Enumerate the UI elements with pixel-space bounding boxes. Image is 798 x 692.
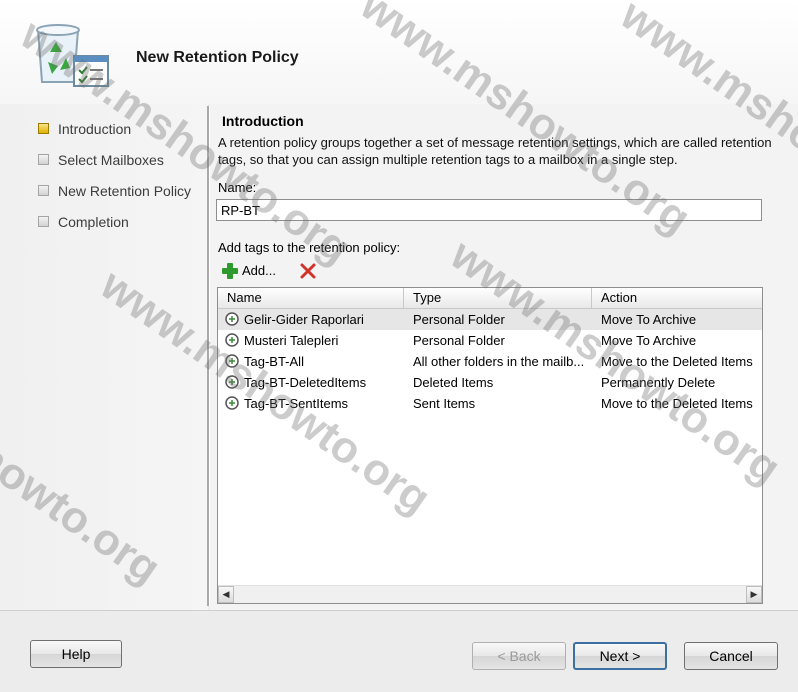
table-row[interactable]: Tag-BT-DeletedItems Deleted Items Perman… [218, 372, 762, 393]
footer-separator [0, 610, 798, 611]
intro-description: A retention policy groups together a set… [218, 135, 772, 167]
retention-tag-icon [225, 312, 239, 326]
step-label: Completion [58, 214, 129, 230]
cell-name: Tag-BT-All [244, 354, 304, 369]
horizontal-scrollbar[interactable]: ◀ ▶ [218, 585, 762, 603]
table-row[interactable]: Musteri Talepleri Personal Folder Move T… [218, 330, 762, 351]
name-label: Name: [218, 180, 257, 195]
retention-tag-icon [225, 354, 239, 368]
retention-tag-icon [225, 375, 239, 389]
step-indicator [38, 185, 49, 196]
cell-action: Move to the Deleted Items [601, 396, 753, 411]
recycle-bin-icon [36, 24, 109, 87]
cell-type: Personal Folder [413, 333, 505, 348]
add-tag-button[interactable]: Add... [218, 261, 284, 281]
step-indicator-active [38, 123, 49, 134]
cell-action: Move to the Deleted Items [601, 354, 753, 369]
cell-type: Personal Folder [413, 312, 505, 327]
scroll-left-arrow-icon[interactable]: ◀ [218, 586, 234, 603]
scroll-right-arrow-icon[interactable]: ▶ [746, 586, 762, 603]
cell-name: Tag-BT-SentItems [244, 396, 349, 411]
step-label: Introduction [58, 121, 132, 137]
wizard-steps-pane: Introduction Select Mailboxes New Retent… [0, 104, 208, 610]
retention-tags-table: Name Type Action Gelir-Gider Raporlari P… [217, 287, 763, 604]
help-button[interactable]: Help [30, 640, 122, 668]
step-indicator [38, 154, 49, 165]
back-button[interactable]: < Back [472, 642, 566, 670]
table-row[interactable]: Tag-BT-All All other folders in the mail… [218, 351, 762, 372]
cell-action: Move To Archive [601, 333, 697, 348]
add-label: Add... [242, 263, 276, 278]
section-title: Introduction [222, 113, 304, 129]
retention-tag-icon [225, 396, 239, 410]
step-indicator [38, 216, 49, 227]
retention-tag-icon [225, 333, 239, 347]
step-label: Select Mailboxes [58, 152, 164, 168]
wizard-content: Introduction A retention policy groups t… [210, 104, 798, 610]
table-row[interactable]: Gelir-Gider Raporlari Personal Folder Mo… [218, 309, 762, 330]
add-icon [222, 263, 238, 279]
cell-type: All other folders in the mailb... [413, 354, 585, 369]
cell-action: Permanently Delete [601, 375, 716, 390]
policy-name-input[interactable] [216, 199, 762, 221]
next-button[interactable]: Next > [573, 642, 667, 670]
cell-type: Sent Items [413, 396, 476, 411]
delete-icon[interactable] [298, 262, 318, 280]
cell-name: Musteri Talepleri [244, 333, 339, 348]
cell-action: Move To Archive [601, 312, 697, 327]
cancel-button[interactable]: Cancel [684, 642, 778, 670]
cell-name: Tag-BT-DeletedItems [244, 375, 367, 390]
table-header: Name Type Action [218, 288, 762, 309]
tags-label: Add tags to the retention policy: [218, 240, 401, 255]
column-header-action[interactable]: Action [592, 288, 762, 308]
wizard-header: New Retention Policy [0, 0, 798, 104]
column-header-type[interactable]: Type [404, 288, 592, 308]
wizard-title: New Retention Policy [136, 49, 299, 66]
column-header-name[interactable]: Name [218, 288, 404, 308]
cell-type: Deleted Items [413, 375, 494, 390]
step-label: New Retention Policy [58, 183, 192, 199]
table-row[interactable]: Tag-BT-SentItems Sent Items Move to the … [218, 393, 762, 414]
cell-name: Gelir-Gider Raporlari [244, 312, 364, 327]
